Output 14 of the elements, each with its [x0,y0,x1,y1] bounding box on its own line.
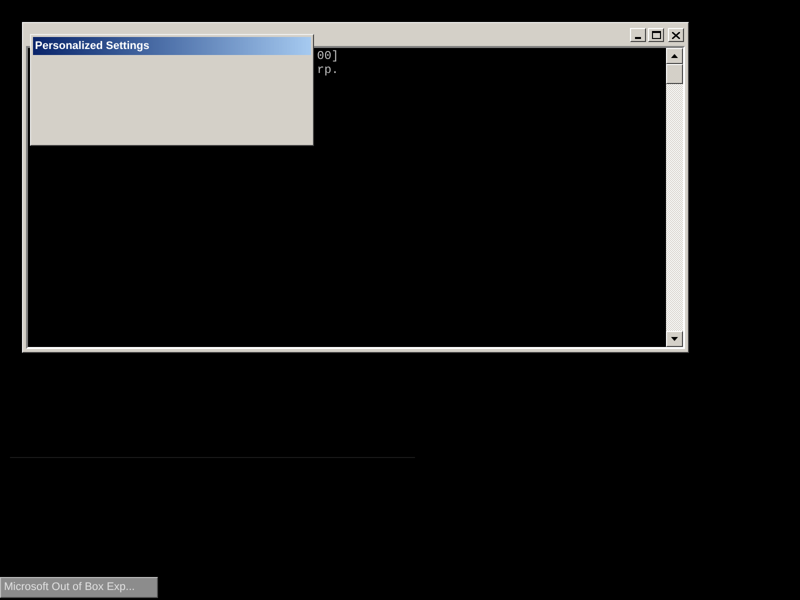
down-arrow-icon [671,337,678,341]
minimize-button[interactable] [630,28,646,42]
scrollbar[interactable] [666,48,683,347]
scroll-down-button[interactable] [666,331,683,347]
dialog-title: Personalized Settings [35,38,150,54]
scroll-thumb[interactable] [666,64,683,84]
scroll-up-button[interactable] [666,48,683,64]
close-button[interactable] [668,28,684,42]
up-arrow-icon [671,54,678,58]
taskbar-button[interactable]: Microsoft Out of Box Exp... [0,577,158,598]
console-text: 00] [317,49,340,63]
maximize-button[interactable] [648,28,664,42]
console-text: rp. [317,63,340,77]
close-icon [672,32,680,38]
